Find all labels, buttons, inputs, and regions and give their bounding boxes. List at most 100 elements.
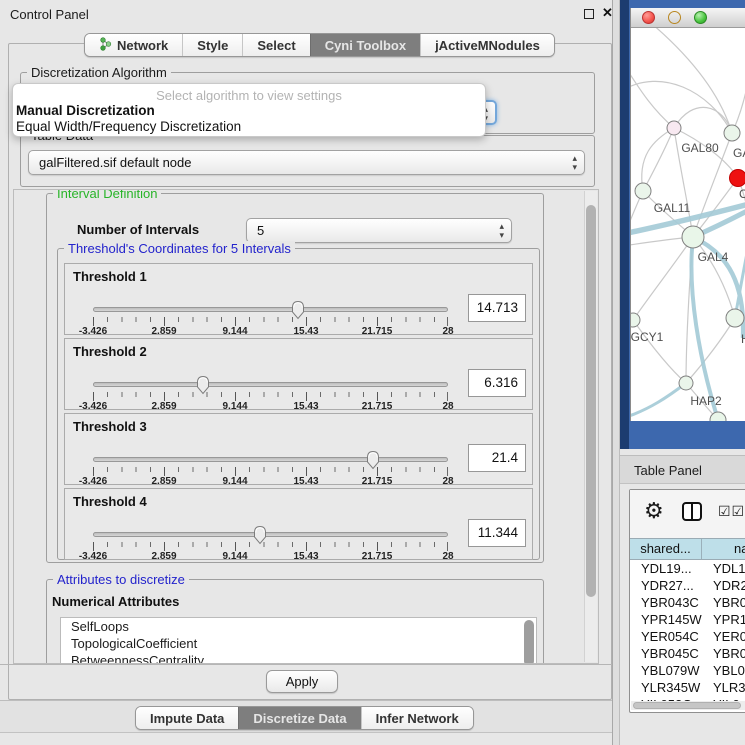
slider-track[interactable] [93,457,448,462]
threshold-slider[interactable]: -3.426 2.859 9.144 15.43 21.715 28 [93,525,448,561]
select-checkboxes-icon[interactable]: ☑☑ [718,503,745,520]
attributes-list-scrollbar[interactable] [524,620,534,664]
tab[interactable]: Style [182,34,242,56]
tab[interactable]: Select [242,34,309,56]
table-row[interactable]: YER054C YER0 [630,629,745,646]
group-title: Interval Definition [53,189,161,201]
columns-icon[interactable] [682,502,702,521]
slider-track[interactable] [93,307,448,312]
network-window[interactable]: GAL80GACGAL11GAL4GCY1HHAP2 [630,8,745,421]
table-toolbar: ⚙ ☑☑ [630,490,745,538]
attribute-list-item[interactable]: SelfLoops [61,618,536,635]
threshold-slider[interactable]: -3.426 2.859 9.144 15.43 21.715 28 [93,375,448,411]
float-window-icon[interactable] [584,9,594,19]
threshold-slider[interactable]: -3.426 2.859 9.144 15.43 21.715 28 [93,450,448,486]
tab[interactable]: Discretize Data [238,707,360,729]
dropdown-option[interactable]: Equal Width/Frequency Discretization [13,119,485,135]
tab[interactable]: Cyni Toolbox [310,34,420,56]
table-row[interactable]: YBR045C YBR0 [630,646,745,663]
slider-handle[interactable] [252,525,267,545]
network-node[interactable] [724,125,740,141]
column-header[interactable]: na [702,539,745,559]
tab-label: Style [197,38,228,53]
slider-track[interactable] [93,382,448,387]
attribute-list-item[interactable]: BetweennessCentrality [61,652,536,664]
thresholds-group: Threshold's Coordinates for 5 Intervals … [57,248,540,560]
column-header[interactable]: shared... [630,539,702,559]
network-window-titlebar[interactable] [631,8,745,28]
table-row[interactable]: YPR145W YPR1 [630,612,745,629]
node-label: C [739,187,745,201]
zoom-button[interactable] [694,11,707,24]
slider-handle[interactable] [290,300,305,320]
network-node[interactable] [730,170,745,187]
tab-label: Network [117,38,168,53]
slider-handle[interactable] [366,450,381,470]
tab-label: jActiveMNodules [435,38,540,53]
threshold-value-field[interactable]: 21.4 [468,444,526,472]
slider-major-ticks [93,317,448,326]
slider-major-ticks [93,542,448,551]
scrollbar-thumb[interactable] [633,702,741,709]
network-node[interactable] [631,313,640,327]
gear-icon[interactable]: ⚙ [644,498,664,524]
threshold-slider[interactable]: -3.426 2.859 9.144 15.43 21.715 28 [93,300,448,336]
slider-track[interactable] [93,532,448,537]
table-horizontal-scrollbar[interactable] [631,701,745,710]
attributes-list[interactable]: SelfLoops TopologicalCoefficient Between… [60,617,537,664]
network-node[interactable] [679,376,693,390]
control-panel-titlebar: Control Panel ✕ [0,0,618,28]
threshold-value-field[interactable]: 6.316 [468,369,526,397]
threshold-value-field[interactable]: 14.713 [468,294,526,322]
network-icon [99,37,112,54]
numerical-attributes-label: Numerical Attributes [52,594,179,609]
node-label: GAL11 [654,201,691,215]
network-node[interactable] [635,183,651,199]
settings-vertical-scrollbar[interactable] [584,191,597,662]
combo-arrows-icon: ▴▾ [499,222,504,240]
tab-label: Cyni Toolbox [325,38,406,53]
table-panel-titlebar: Table Panel [620,455,745,484]
table-row[interactable]: YDR27... YDR2 [630,578,745,595]
minimize-button[interactable] [668,11,681,24]
tab-label: Infer Network [376,711,459,726]
dropdown-option[interactable]: Manual Discretization [13,103,485,119]
slider-major-ticks [93,467,448,476]
slider-major-ticks [93,392,448,401]
network-node[interactable] [682,226,704,248]
tab-label: Select [257,38,295,53]
algorithm-dropdown-popup: Select algorithm to view settings Manual… [12,83,486,137]
table-data-value: galFiltered.sif default node [39,155,191,170]
tab[interactable]: jActiveMNodules [420,34,554,56]
table-data-combobox[interactable]: galFiltered.sif default node ▴▾ [28,150,585,175]
settings-scroll-area: Interval Definition Number of Intervals … [13,189,599,664]
network-canvas[interactable]: GAL80GACGAL11GAL4GCY1HHAP2 [631,28,745,421]
panel-divider[interactable] [612,0,620,745]
network-node[interactable] [726,309,744,327]
bottom-tab-bar: Impute Data Discretize Data Infer Networ… [135,706,474,730]
tab[interactable]: Network [85,34,182,56]
table-row[interactable]: YBL079W YBL0 [630,663,745,680]
apply-button[interactable]: Apply [266,670,338,693]
scrollbar-thumb[interactable] [586,205,596,597]
dropdown-hint: Select algorithm to view settings [13,84,485,103]
node-label: GAL80 [681,141,719,155]
table-rows: YDL19... YDL1 YDR27... YDR2 YBR043C YBR0… [630,561,745,701]
tab[interactable]: Infer Network [361,707,473,729]
network-desktop: GAL80GACGAL11GAL4GCY1HHAP2 [620,0,745,449]
tab-label: Impute Data [150,711,224,726]
table-header-row: shared... na [630,538,745,560]
panel-title: Control Panel [10,7,89,22]
num-intervals-combobox[interactable]: 5 ▴▾ [246,218,512,243]
table-row[interactable]: YLR345W YLR3 [630,680,745,697]
node-label: HAP2 [690,394,722,408]
close-button[interactable] [642,11,655,24]
network-node[interactable] [667,121,681,135]
table-row[interactable]: YBR043C YBR0 [630,595,745,612]
table-row[interactable]: YDL19... YDL1 [630,561,745,578]
tab[interactable]: Impute Data [136,707,238,729]
threshold-value-field[interactable]: 11.344 [468,519,526,547]
slider-handle[interactable] [196,375,211,395]
attribute-list-item[interactable]: TopologicalCoefficient [61,635,536,652]
tab-label: Discretize Data [253,711,346,726]
